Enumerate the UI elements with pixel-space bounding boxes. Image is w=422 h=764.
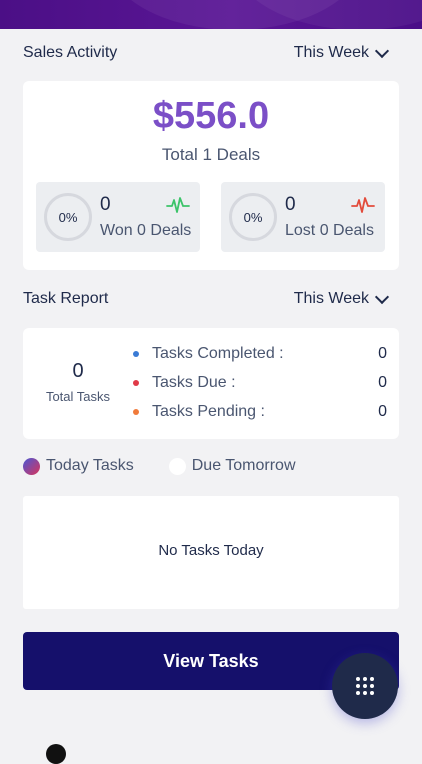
- grid-dots-icon: [356, 677, 374, 695]
- legend-row-pending: Tasks Pending : 0: [133, 402, 387, 422]
- legend-label: Tasks Completed :: [152, 345, 284, 362]
- bottom-nav-peek: [46, 744, 66, 764]
- task-period-dropdown[interactable]: This Week: [293, 289, 390, 308]
- completed-dot-icon: [133, 351, 139, 357]
- lost-label: Lost 0 Deals: [285, 222, 374, 239]
- won-percent-ring: 0%: [44, 193, 92, 241]
- chevron-down-icon: [374, 289, 390, 305]
- won-percent: 0%: [58, 209, 78, 225]
- total-deals: Total 1 Deals: [161, 145, 261, 164]
- sales-activity-header: Sales Activity This Week: [23, 41, 390, 65]
- task-report-card: 0 Total Tasks Tasks Completed : 0 Tasks …: [23, 328, 399, 439]
- today-tasks-panel: No Tasks Today: [23, 496, 399, 609]
- won-label: Won 0 Deals: [100, 222, 192, 239]
- legend-label: Tasks Pending :: [152, 403, 265, 420]
- legend-row-due: Tasks Due : 0: [133, 373, 387, 393]
- won-deals-box[interactable]: 0% 0 Won 0 Deals: [36, 182, 200, 252]
- empty-state-text: No Tasks Today: [158, 542, 264, 559]
- task-report-title: Task Report: [23, 290, 109, 307]
- tab-tomorrow-label: Due Tomorrow: [191, 457, 296, 474]
- total-tasks-label: Total Tasks: [45, 389, 111, 404]
- legend-row-completed: Tasks Completed : 0: [133, 344, 387, 364]
- legend-value: 0: [378, 374, 387, 391]
- task-period-label: This Week: [293, 290, 369, 307]
- won-count: 0: [100, 194, 111, 215]
- task-report-header: Task Report This Week: [23, 287, 390, 311]
- legend-value: 0: [378, 403, 387, 420]
- tab-due-tomorrow[interactable]: Due Tomorrow: [168, 457, 296, 475]
- sales-card: $556.0 Total 1 Deals 0% 0 Won 0 Deals 0%…: [23, 81, 399, 270]
- view-tasks-label: View Tasks: [163, 650, 259, 671]
- tab-today-tasks[interactable]: Today Tasks: [23, 457, 134, 475]
- task-tabs: Today Tasks Due Tomorrow: [23, 457, 296, 475]
- top-header-band: [0, 0, 422, 29]
- lost-percent: 0%: [243, 209, 263, 225]
- radio-selected-icon: [23, 457, 40, 475]
- tab-today-label: Today Tasks: [46, 457, 134, 474]
- pulse-icon: [166, 197, 190, 213]
- pending-dot-icon: [133, 409, 139, 415]
- lost-deals-box[interactable]: 0% 0 Lost 0 Deals: [221, 182, 385, 252]
- chevron-down-icon: [374, 43, 390, 59]
- menu-fab-button[interactable]: [332, 653, 398, 719]
- lost-percent-ring: 0%: [229, 193, 277, 241]
- sales-period-label: This Week: [293, 44, 369, 61]
- legend-value: 0: [378, 345, 387, 362]
- legend-label: Tasks Due :: [152, 374, 236, 391]
- lost-count: 0: [285, 194, 296, 215]
- sales-activity-title: Sales Activity: [23, 44, 118, 61]
- sales-period-dropdown[interactable]: This Week: [293, 43, 390, 62]
- radio-unselected-icon: [168, 457, 186, 475]
- total-tasks-count: 0: [72, 360, 84, 382]
- sales-amount: $556.0: [152, 95, 270, 137]
- pulse-icon: [351, 197, 375, 213]
- due-dot-icon: [133, 380, 139, 386]
